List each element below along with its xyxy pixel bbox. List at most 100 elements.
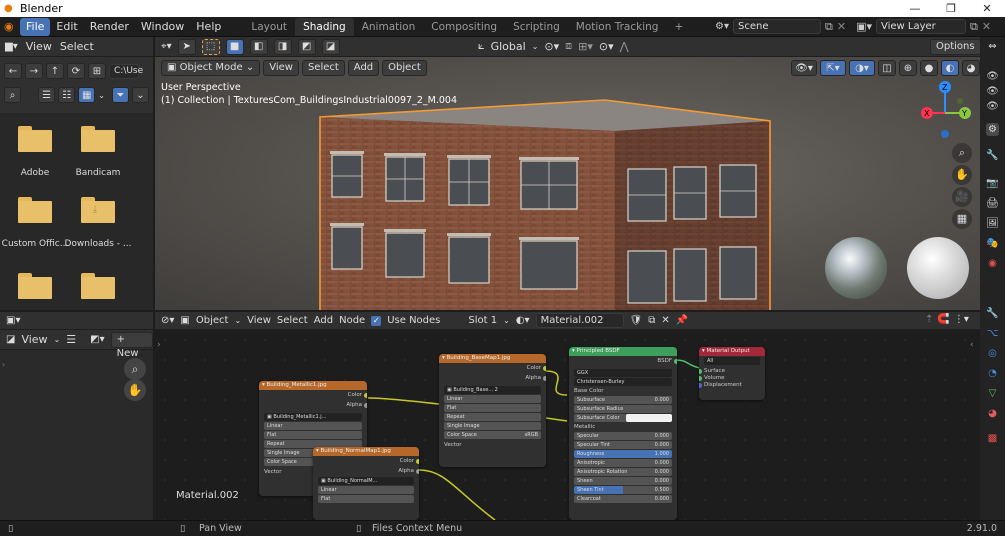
use-nodes-checkbox[interactable]: ✓ [371, 315, 382, 326]
image-datablock-field[interactable]: ▣ Building_NormalM... [318, 477, 414, 485]
zoom-icon[interactable]: ⌕ [952, 143, 972, 163]
select-mode-invert-icon[interactable]: ◩ [297, 38, 316, 55]
snap-node-icon[interactable]: 🧲 [937, 314, 949, 325]
search-icon[interactable]: ⌕ [4, 87, 22, 103]
projection-dropdown[interactable]: Flat [318, 495, 414, 503]
editor-type-icon[interactable]: ▣▾ [6, 315, 20, 326]
remove-view-layer-icon[interactable]: ✕ [982, 20, 991, 33]
shader-type-icon[interactable]: ▣ [180, 315, 189, 326]
file-item-label[interactable]: Custom Offic... [0, 239, 70, 249]
material-output-node[interactable]: ▾ Material Output All Surface Volume Dis… [699, 347, 765, 400]
3d-viewport[interactable]: ▣ Object Mode ⌄ View Select Add Object 👁… [155, 57, 980, 310]
visibility-icon[interactable]: 👁▾ [791, 60, 817, 76]
building-model[interactable] [315, 95, 785, 310]
specular-tint-slider[interactable]: Specular Tint 0.000 [574, 441, 672, 449]
tool-tab-icon[interactable]: ⚙ [986, 123, 999, 136]
gizmo-icon[interactable]: ⇱▾ [820, 60, 846, 76]
output-tab-icon[interactable]: 🖨 [986, 197, 999, 210]
node-add-menu[interactable]: Add [314, 315, 333, 326]
remove-scene-icon[interactable]: ✕ [837, 20, 846, 33]
image-texture-node-normal[interactable]: ▾ Building_NormalMap1.jpg Color Alpha ▣ … [313, 447, 419, 520]
zoom-icon[interactable]: ⌕ [124, 358, 146, 380]
transform-orientation-dropdown[interactable]: Global [491, 40, 526, 53]
output-target-dropdown[interactable]: All [704, 357, 760, 365]
roughness-slider[interactable]: Roughness 1.000 [574, 450, 672, 458]
thumbnail-view-icon[interactable]: ▦ [78, 87, 96, 103]
view-layer-tab-icon[interactable]: 🖼 [986, 217, 999, 230]
shader-type-dropdown[interactable]: Object [196, 315, 229, 326]
select-mode-new-icon[interactable]: ■ [225, 38, 244, 55]
subsurface-slider[interactable]: Subsurface 0.000 [574, 396, 672, 404]
node-view-menu[interactable]: View [247, 315, 271, 326]
scene-icon[interactable]: ⚙▾ [715, 21, 729, 32]
path-field[interactable]: C:\Use [109, 63, 143, 79]
folder-icon[interactable] [81, 273, 115, 299]
menu-icon[interactable]: ☰ [66, 333, 76, 346]
node-select-menu[interactable]: Select [277, 315, 308, 326]
navigation-gizmo[interactable]: Z Y X [915, 79, 975, 139]
tool-settings-icon[interactable]: 🔧 [986, 149, 999, 162]
pivot-icon[interactable]: ⊙▾ [544, 40, 559, 53]
eye-icon[interactable]: 👁 [986, 100, 999, 113]
viewport-object-menu[interactable]: Object [382, 60, 427, 76]
subsurface-color-field[interactable]: Subsurface Color [574, 414, 672, 422]
expand-arrow-icon[interactable]: › [2, 360, 5, 369]
select-mode-subtract-icon[interactable]: ◨ [273, 38, 292, 55]
modifiers-tab-icon[interactable]: ⌥ [986, 327, 999, 340]
minimize-button[interactable]: — [897, 0, 933, 17]
particles-tab-icon[interactable]: ◎ [986, 347, 999, 360]
camera-icon[interactable]: 🎥 [952, 187, 972, 207]
view-layer-icon[interactable]: ▣▾ [856, 20, 872, 33]
falloff-icon[interactable]: ⋀ [620, 40, 629, 53]
clearcoat-slider[interactable]: Clearcoat 0.000 [574, 495, 672, 503]
file-item-label[interactable]: Adobe [0, 168, 70, 178]
sheen-tint-slider[interactable]: Sheen Tint 0.500 [574, 486, 672, 494]
tab-animation[interactable]: Animation [354, 18, 424, 36]
transform-orientation-icon[interactable]: ⟀ [478, 39, 485, 53]
interpolation-dropdown[interactable]: Linear [318, 486, 414, 494]
select-mode-intersect-icon[interactable]: ◪ [321, 38, 340, 55]
new-view-layer-icon[interactable]: ⧉ [970, 20, 978, 34]
material-name-field[interactable]: Material.002 [535, 313, 624, 328]
anisotropic-rotation-slider[interactable]: Anisotropic Rotation 0.000 [574, 468, 672, 476]
new-scene-icon[interactable]: ⧉ [825, 20, 833, 34]
projection-dropdown[interactable]: Flat [444, 404, 541, 412]
downloads-folder-icon[interactable]: ⤓ [81, 197, 115, 223]
object-tab-icon[interactable]: 🔧 [986, 307, 999, 320]
scene-field[interactable]: Scene [732, 19, 821, 34]
sidebar-toggle-icon[interactable]: ‹ [970, 340, 974, 350]
viewport-select-menu[interactable]: Select [301, 60, 345, 76]
world-tab-icon[interactable]: ◉ [986, 257, 999, 270]
object-mode-dropdown[interactable]: ▣ Object Mode ⌄ [161, 60, 261, 76]
scene-tab-icon[interactable]: 🎭 [986, 237, 999, 250]
projection-dropdown[interactable]: Flat [264, 431, 362, 439]
pin-icon[interactable]: 📌 [676, 315, 688, 326]
box-select-icon[interactable]: ⬚ [201, 38, 220, 55]
new-folder-icon[interactable]: ⊞ [88, 63, 106, 79]
select-cursor-icon[interactable]: ➤ [177, 38, 196, 55]
grid-toggle-icon[interactable]: ▦ [952, 209, 972, 229]
file-item-label[interactable]: Downloads - ... [63, 239, 133, 249]
unlink-material-icon[interactable]: ✕ [661, 315, 669, 326]
folder-icon[interactable] [18, 273, 52, 299]
material-tab-icon[interactable]: ◕ [986, 407, 999, 420]
folder-icon[interactable] [18, 197, 52, 223]
source-dropdown[interactable]: Single Image [444, 422, 541, 430]
filter-icon[interactable]: ⏷ [111, 87, 129, 103]
shading-wireframe-icon[interactable]: ⊕ [899, 60, 917, 76]
material-browse-icon[interactable]: ◐▾ [516, 315, 530, 326]
file-select-menu[interactable]: Select [60, 40, 94, 53]
folder-icon[interactable] [81, 126, 115, 152]
editor-type-icon[interactable]: ⊘▾ [161, 315, 174, 326]
hand-icon[interactable]: ✋ [952, 165, 972, 185]
image-texture-node-basemap[interactable]: ▾ Building_BaseMap1.jpg Color Alpha ▣ Bu… [439, 354, 546, 467]
slot-dropdown[interactable]: Slot 1 [468, 315, 497, 326]
tab-shading[interactable]: Shading [295, 17, 354, 36]
menu-help[interactable]: Help [190, 18, 227, 36]
new-image-button[interactable]: + New [110, 331, 153, 359]
hand-icon[interactable]: ✋ [124, 379, 146, 401]
interpolation-dropdown[interactable]: Linear [264, 422, 362, 430]
eye-icon[interactable]: 👁 [986, 70, 999, 83]
proportional-edit-icon[interactable]: ⊙▾ [599, 40, 614, 53]
chevron-down-icon[interactable]: ⌄ [234, 316, 241, 325]
